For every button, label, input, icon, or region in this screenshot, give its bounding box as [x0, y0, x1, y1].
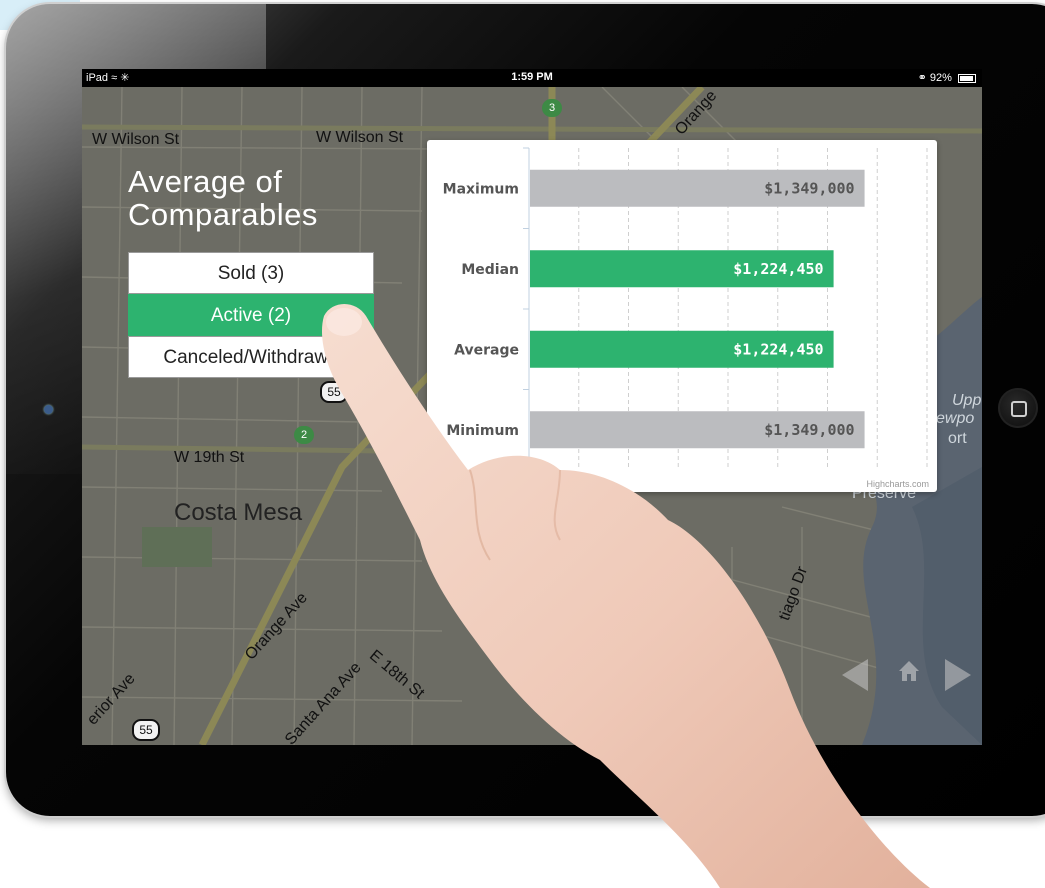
filter-canceled-button[interactable]: Canceled/Withdrawn	[128, 336, 374, 378]
route-badge-icon: 3	[542, 99, 562, 117]
camera-icon	[44, 405, 53, 414]
status-right: ⚭ 92%	[918, 71, 976, 84]
map-label: ort	[948, 430, 967, 447]
home-button[interactable]	[998, 388, 1038, 428]
category-label: Maximum	[443, 181, 519, 197]
screen: W Wilson St W Wilson St W 19th St Costa …	[82, 69, 982, 745]
filter-active-button[interactable]: Active (2)	[128, 294, 374, 336]
data-label: $1,349,000	[764, 421, 854, 439]
battery-percent: 92%	[929, 72, 952, 84]
panel-title: Average of Comparables	[128, 165, 318, 231]
status-bar: iPad ≈ ✳ 1:59 PM ⚭ 92%	[82, 69, 982, 87]
filter-list: Sold (3) Active (2) Canceled/Withdrawn	[128, 252, 374, 378]
next-arrow-icon[interactable]	[945, 659, 971, 691]
filter-sold-button[interactable]: Sold (3)	[128, 252, 374, 294]
panel-title-line: Average of	[128, 164, 283, 199]
home-button-square-icon	[1011, 401, 1027, 417]
previous-arrow-icon[interactable]	[842, 659, 868, 691]
status-time: 1:59 PM	[511, 71, 553, 83]
chart-credit[interactable]: Highcharts.com	[866, 479, 929, 489]
rotation-lock-icon: ⚭	[917, 72, 927, 84]
highway-shield-icon: 55	[320, 381, 348, 403]
data-label: $1,224,450	[733, 340, 823, 358]
map-label: Upp	[952, 392, 982, 409]
bar-chart: Maximum $1,349,000 Median $1,224,450 Average…	[443, 147, 928, 470]
highway-shield-icon: 55	[132, 719, 160, 741]
data-label: $1,224,450	[733, 260, 823, 278]
category-label: Minimum	[446, 423, 519, 439]
street-label: W 19th St	[174, 449, 245, 466]
data-label: $1,349,000	[764, 179, 854, 197]
city-label: Costa Mesa	[174, 499, 303, 526]
chart-card: Maximum $1,349,000 Median $1,224,450 Average…	[427, 140, 937, 492]
panel-title-line: Comparables	[128, 197, 318, 232]
street-label: W Wilson St	[316, 129, 404, 146]
home-icon[interactable]	[898, 659, 920, 683]
route-badge-icon: 2	[294, 426, 314, 444]
map-label: ewpo	[936, 410, 975, 427]
street-label: W Wilson St	[92, 131, 180, 148]
category-label: Average	[454, 342, 519, 358]
battery-icon	[958, 73, 976, 83]
category-label: Median	[461, 262, 519, 278]
